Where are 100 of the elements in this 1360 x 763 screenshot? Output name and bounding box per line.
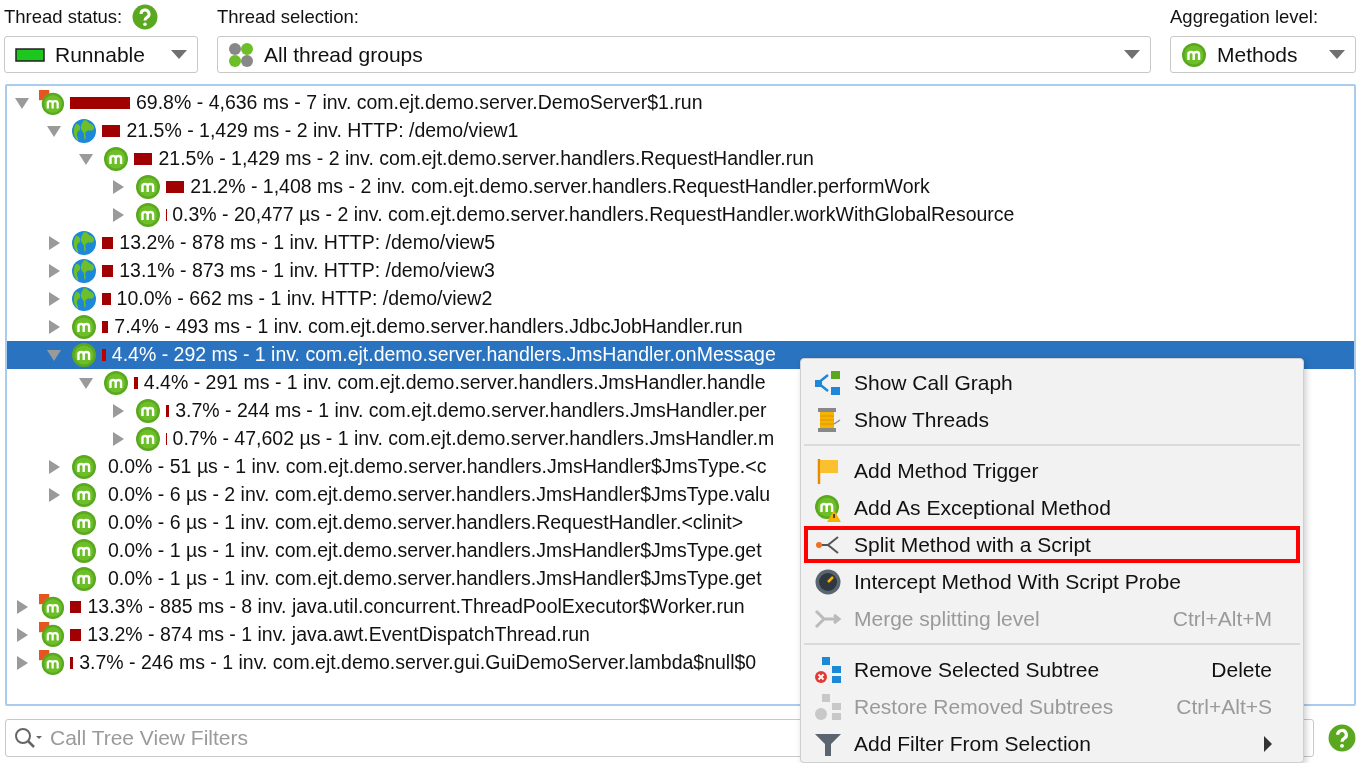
tree-node-text: 13.2% - 878 ms - 1 inv. HTTP: /demo/view5	[119, 230, 496, 256]
menu-item[interactable]: Remove Selected Subtree Delete	[804, 651, 1300, 688]
collapse-arrow-icon[interactable]	[47, 348, 61, 362]
method-icon	[71, 482, 97, 508]
globe-icon	[71, 230, 97, 256]
menu-item[interactable]: Add As Exceptional Method	[804, 489, 1300, 526]
tree-node-text: 69.8% - 4,636 ms - 7 inv. com.ejt.demo.server.DemoServer$1.run	[136, 90, 703, 116]
tree-row[interactable]: 10.0% - 662 ms - 1 inv. HTTP: /demo/view2	[7, 285, 493, 313]
tree-row[interactable]: 4.4% - 291 ms - 1 inv. com.ejt.demo.server.handlers.JmsHandler.handle	[7, 369, 766, 397]
method-icon	[71, 510, 97, 536]
tree-row[interactable]: 0.3% - 20,477 µs - 2 inv. com.ejt.demo.server.handlers.RequestHandler.workWithGlobalResource	[7, 201, 1015, 229]
method-thread-icon	[39, 622, 65, 648]
method-icon	[103, 146, 129, 172]
time-bar	[102, 237, 114, 249]
help-icon[interactable]	[132, 4, 159, 30]
tree-row[interactable]: 13.2% - 874 ms - 1 inv. java.awt.EventDispatchThread.run	[7, 621, 590, 649]
tree-row[interactable]: 3.7% - 244 ms - 1 inv. com.ejt.demo.server.handlers.JmsHandler.per	[7, 397, 767, 425]
thread-status-dropdown[interactable]: Runnable	[4, 36, 198, 73]
tree-node-text: 4.4% - 291 ms - 1 inv. com.ejt.demo.server.handlers.JmsHandler.handle	[143, 370, 766, 396]
gauge-icon	[814, 567, 842, 596]
method-thread-icon	[39, 650, 65, 676]
method-thread-icon	[39, 90, 65, 116]
tree-row[interactable]: 0.0% - 51 µs - 1 inv. com.ejt.demo.server.handlers.JmsHandler$JmsType.<c	[7, 453, 767, 481]
method-icon	[135, 202, 161, 228]
tree-row[interactable]: 0.0% - 1 µs - 1 inv. com.ejt.demo.server.handlers.JmsHandler$JmsType.get	[7, 565, 762, 593]
method-icon	[71, 314, 97, 340]
tree-row[interactable]: 69.8% - 4,636 ms - 7 inv. com.ejt.demo.server.DemoServer$1.run	[7, 89, 703, 117]
expand-arrow-icon[interactable]	[111, 404, 125, 418]
expand-arrow-icon[interactable]	[15, 600, 29, 614]
method-icon	[135, 174, 161, 200]
expand-arrow-icon[interactable]	[15, 628, 29, 642]
menu-item[interactable]: Add Method Trigger	[804, 452, 1300, 489]
method-icon	[135, 426, 161, 452]
expand-arrow-icon[interactable]	[47, 460, 61, 474]
expand-arrow-icon[interactable]	[47, 488, 61, 502]
search-icon	[14, 727, 44, 749]
expand-arrow-icon[interactable]	[15, 656, 29, 670]
time-bar	[70, 657, 74, 669]
status-swatch-icon	[15, 47, 45, 62]
method-warning-icon	[814, 493, 842, 522]
globe-icon	[71, 118, 97, 144]
tree-row[interactable]: 0.0% - 6 µs - 1 inv. com.ejt.demo.server.handlers.RequestHandler.<clinit>	[7, 509, 744, 537]
collapse-arrow-icon[interactable]	[15, 96, 29, 110]
collapse-arrow-icon[interactable]	[79, 376, 93, 390]
time-bar	[70, 601, 82, 613]
time-bar	[166, 405, 170, 417]
aggregation-level-label: Aggregation level:	[1170, 5, 1319, 29]
graph-icon	[814, 368, 842, 397]
tree-row[interactable]: 0.0% - 6 µs - 2 inv. com.ejt.demo.server.handlers.JmsHandler$JmsType.valu	[7, 481, 771, 509]
tree-node-text: 3.7% - 246 ms - 1 inv. com.ejt.demo.server.gui.GuiDemoServer.lambda$null$0	[79, 650, 757, 676]
time-bar	[102, 349, 106, 361]
menu-item[interactable]: Split Method with a Script	[804, 526, 1300, 563]
menu-item[interactable]: Show Threads	[804, 401, 1300, 438]
tree-row[interactable]: 13.1% - 873 ms - 1 inv. HTTP: /demo/view3	[7, 257, 495, 285]
method-icon	[135, 398, 161, 424]
caret-icon	[1329, 50, 1345, 59]
expand-arrow-icon[interactable]	[111, 208, 125, 222]
tree-row[interactable]: 0.7% - 47,602 µs - 1 inv. com.ejt.demo.server.handlers.JmsHandler.m	[7, 425, 775, 453]
expand-arrow-icon[interactable]	[111, 432, 125, 446]
tree-row[interactable]: 0.0% - 1 µs - 1 inv. com.ejt.demo.server.handlers.JmsHandler$JmsType.get	[7, 537, 762, 565]
help-icon[interactable]	[1328, 724, 1356, 752]
time-bar	[134, 377, 138, 389]
method-icon	[103, 370, 129, 396]
tree-row[interactable]: 21.5% - 1,429 ms - 2 inv. HTTP: /demo/view1	[7, 117, 519, 145]
subtree-remove-icon	[814, 655, 842, 684]
expand-arrow-icon[interactable]	[111, 180, 125, 194]
thread-selection-dropdown[interactable]: All thread groups	[217, 36, 1151, 73]
aggregation-level-dropdown[interactable]: Methods	[1170, 36, 1356, 73]
expand-arrow-icon[interactable]	[47, 236, 61, 250]
globe-icon	[71, 286, 97, 312]
time-bar	[102, 321, 109, 333]
tree-row[interactable]: 7.4% - 493 ms - 1 inv. com.ejt.demo.server.handlers.JdbcJobHandler.run	[7, 313, 743, 341]
tree-node-text: 13.3% - 885 ms - 8 inv. java.util.concurrent.ThreadPoolExecutor$Worker.run	[87, 594, 745, 620]
method-icon	[71, 538, 97, 564]
caret-icon	[1124, 50, 1140, 59]
tree-row[interactable]: 21.5% - 1,429 ms - 2 inv. com.ejt.demo.server.handlers.RequestHandler.run	[7, 145, 814, 173]
tree-node-text: 0.0% - 51 µs - 1 inv. com.ejt.demo.server.handlers.JmsHandler$JmsType.<c	[108, 454, 767, 480]
time-bar	[134, 153, 153, 165]
collapse-arrow-icon[interactable]	[47, 124, 61, 138]
method-icon	[71, 454, 97, 480]
tree-node-text: 0.0% - 6 µs - 1 inv. com.ejt.demo.server.handlers.RequestHandler.<clinit>	[108, 510, 744, 536]
menu-item[interactable]: Intercept Method With Script Probe	[804, 563, 1300, 600]
time-bar	[102, 265, 114, 277]
tree-node-text: 7.4% - 493 ms - 1 inv. com.ejt.demo.server.handlers.JdbcJobHandler.run	[114, 314, 743, 340]
expand-arrow-icon[interactable]	[47, 264, 61, 278]
expand-arrow-icon[interactable]	[47, 320, 61, 334]
tree-row[interactable]: 13.2% - 878 ms - 1 inv. HTTP: /demo/view5	[7, 229, 496, 257]
tree-row[interactable]: 13.3% - 885 ms - 8 inv. java.util.concurrent.ThreadPoolExecutor$Worker.run	[7, 593, 745, 621]
collapse-arrow-icon[interactable]	[79, 152, 93, 166]
tree-row[interactable]: 21.2% - 1,408 ms - 2 inv. com.ejt.demo.server.handlers.RequestHandler.performWork	[7, 173, 930, 201]
thread-status-label: Thread status:	[4, 5, 123, 29]
tree-row[interactable]: 3.7% - 246 ms - 1 inv. com.ejt.demo.server.gui.GuiDemoServer.lambda$null$0	[7, 649, 757, 677]
time-bar	[70, 629, 82, 641]
tree-node-text: 21.2% - 1,408 ms - 2 inv. com.ejt.demo.server.handlers.RequestHandler.performWork	[190, 174, 930, 200]
globe-icon	[71, 258, 97, 284]
tree-node-text: 4.4% - 292 ms - 1 inv. com.ejt.demo.server.handlers.JmsHandler.onMessage	[111, 342, 776, 368]
thread-groups-icon	[228, 41, 254, 68]
tree-node-text: 13.1% - 873 ms - 1 inv. HTTP: /demo/view3	[119, 258, 495, 284]
tree-node-text: 0.0% - 6 µs - 2 inv. com.ejt.demo.server.handlers.JmsHandler$JmsType.valu	[108, 482, 771, 508]
expand-arrow-icon[interactable]	[47, 292, 61, 306]
